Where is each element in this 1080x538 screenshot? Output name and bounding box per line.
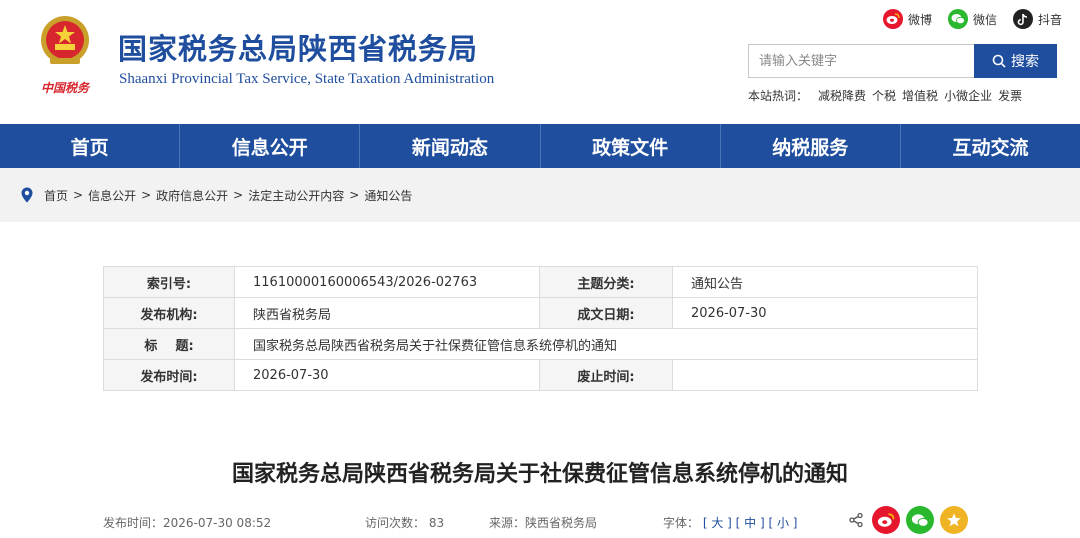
breadcrumb-statutory[interactable]: 法定主动公开内容 (248, 187, 344, 204)
search-button-label: 搜索 (1011, 54, 1039, 70)
share-weibo-button[interactable] (872, 506, 900, 534)
nav-item-interaction[interactable]: 互动交流 (901, 124, 1080, 168)
breadcrumb-separator: > (233, 188, 244, 202)
font-size-control: 字体： [ 大 ] [ 中 ] [ 小 ] (663, 514, 798, 531)
social-weibo[interactable]: 微博 (882, 9, 932, 29)
meta-value-topic: 通知公告 (672, 266, 978, 298)
hot-word-link[interactable]: 小微企业 (944, 87, 992, 104)
meta-label-index: 索引号: (103, 266, 235, 298)
article-info-bar: 发布时间：2026-07-30 08:52 访问次数： 83 来源：陕西省税务局… (103, 506, 978, 534)
font-size-medium-button[interactable]: [ 中 ] (736, 516, 765, 530)
article-title: 国家税务总局陕西省税务局关于社保费征管信息系统停机的通知 (231, 462, 848, 487)
meta-label-topic: 主题分类: (539, 266, 673, 298)
hot-words: 本站热词： 减税降费 个税 增值税 小微企业 发票 (748, 87, 1022, 104)
share-icon (849, 512, 863, 528)
site-title[interactable]: 国家税务总局陕西省税务局 (118, 26, 478, 68)
social-links: 微博 微信 抖音 (882, 9, 1062, 29)
breadcrumb-gov-info[interactable]: 政府信息公开 (156, 187, 228, 204)
meta-value-index: 11610000160006543/2026-02763 (234, 266, 540, 298)
weibo-icon (882, 9, 903, 29)
table-row: 标 题: 国家税务总局陕西省税务局关于社保费征管信息系统停机的通知 (103, 328, 978, 360)
breadcrumb-separator: > (73, 188, 84, 202)
table-row: 发布机构: 陕西省税务局 成文日期: 2026-07-30 (103, 297, 978, 329)
hot-word-link[interactable]: 减税降费 (818, 87, 866, 104)
search-input[interactable] (748, 44, 974, 78)
emblem-text: 中国税务 (41, 81, 91, 95)
meta-value-date: 2026-07-30 (672, 297, 978, 329)
meta-label-date: 成文日期: (539, 297, 673, 329)
meta-value-title: 国家税务总局陕西省税务局关于社保费征管信息系统停机的通知 (234, 328, 978, 360)
main-nav: 首页 信息公开 新闻动态 政策文件 纳税服务 互动交流 (0, 124, 1080, 168)
font-size-small-button[interactable]: [ 小 ] (769, 516, 798, 530)
article-source: 来源：陕西省税务局 (489, 516, 598, 530)
nav-item-home[interactable]: 首页 (0, 124, 181, 168)
site-header: 中国税务 国家税务总局陕西省税务局 Shaanxi Provincial Tax… (0, 0, 1080, 124)
favorite-button[interactable] (940, 506, 968, 534)
wechat-icon (947, 9, 968, 29)
breadcrumb-separator: > (141, 188, 152, 202)
wechat-icon (911, 513, 929, 527)
social-douyin-label: 抖音 (1037, 12, 1062, 27)
meta-label-expire: 废止时间: (539, 359, 673, 391)
location-pin-icon (21, 187, 33, 203)
tax-emblem-logo[interactable]: 中国税务 (38, 14, 92, 100)
social-wechat[interactable]: 微信 (947, 9, 997, 29)
social-weibo-label: 微博 (907, 12, 932, 27)
meta-label-issuer: 发布机构: (103, 297, 235, 329)
share-wechat-button[interactable] (906, 506, 934, 534)
font-size-label: 字体： (663, 516, 700, 530)
meta-label-title: 标 题: (103, 328, 235, 360)
hot-word-link[interactable]: 个税 (872, 87, 896, 104)
breadcrumb-separator: > (349, 188, 360, 202)
hot-word-link[interactable]: 发票 (998, 87, 1022, 104)
metadata-table: 索引号: 11610000160006543/2026-02763 主题分类: … (103, 266, 978, 391)
nav-item-policy[interactable]: 政策文件 (541, 124, 721, 168)
nav-item-tax-service[interactable]: 纳税服务 (721, 124, 901, 168)
table-row: 索引号: 11610000160006543/2026-02763 主题分类: … (103, 266, 978, 298)
social-wechat-label: 微信 (972, 12, 997, 27)
breadcrumb-info-disclosure[interactable]: 信息公开 (88, 187, 136, 204)
breadcrumb: 首页 > 信息公开 > 政府信息公开 > 法定主动公开内容 > 通知公告 (0, 168, 1080, 222)
hot-word-link[interactable]: 增值税 (902, 87, 938, 104)
article-content: 索引号: 11610000160006543/2026-02763 主题分类: … (0, 222, 1080, 538)
font-size-large-button[interactable]: [ 大 ] (703, 516, 732, 530)
star-icon (947, 513, 961, 527)
meta-value-expire (672, 359, 978, 391)
nav-item-news[interactable]: 新闻动态 (360, 124, 541, 168)
meta-value-publish: 2026-07-30 (234, 359, 540, 391)
publish-time: 发布时间：2026-07-30 08:52 (103, 516, 272, 530)
site-subtitle: Shaanxi Provincial Tax Service, State Ta… (119, 71, 495, 87)
weibo-icon (877, 512, 895, 527)
nav-item-info-disclosure[interactable]: 信息公开 (180, 124, 361, 168)
search-box: 搜索 (748, 44, 1057, 78)
search-icon (992, 54, 1006, 68)
douyin-icon (1012, 9, 1033, 29)
social-douyin[interactable]: 抖音 (1012, 9, 1062, 29)
hot-words-label: 本站热词： (748, 89, 809, 103)
visit-count: 访问次数： 83 (365, 516, 445, 530)
breadcrumb-notices[interactable]: 通知公告 (364, 187, 412, 204)
share-bar (848, 506, 968, 534)
search-button[interactable]: 搜索 (974, 44, 1057, 78)
meta-value-issuer: 陕西省税务局 (234, 297, 540, 329)
table-row: 发布时间: 2026-07-30 废止时间: (103, 359, 978, 391)
breadcrumb-home[interactable]: 首页 (44, 187, 68, 204)
meta-label-publish: 发布时间: (103, 359, 235, 391)
